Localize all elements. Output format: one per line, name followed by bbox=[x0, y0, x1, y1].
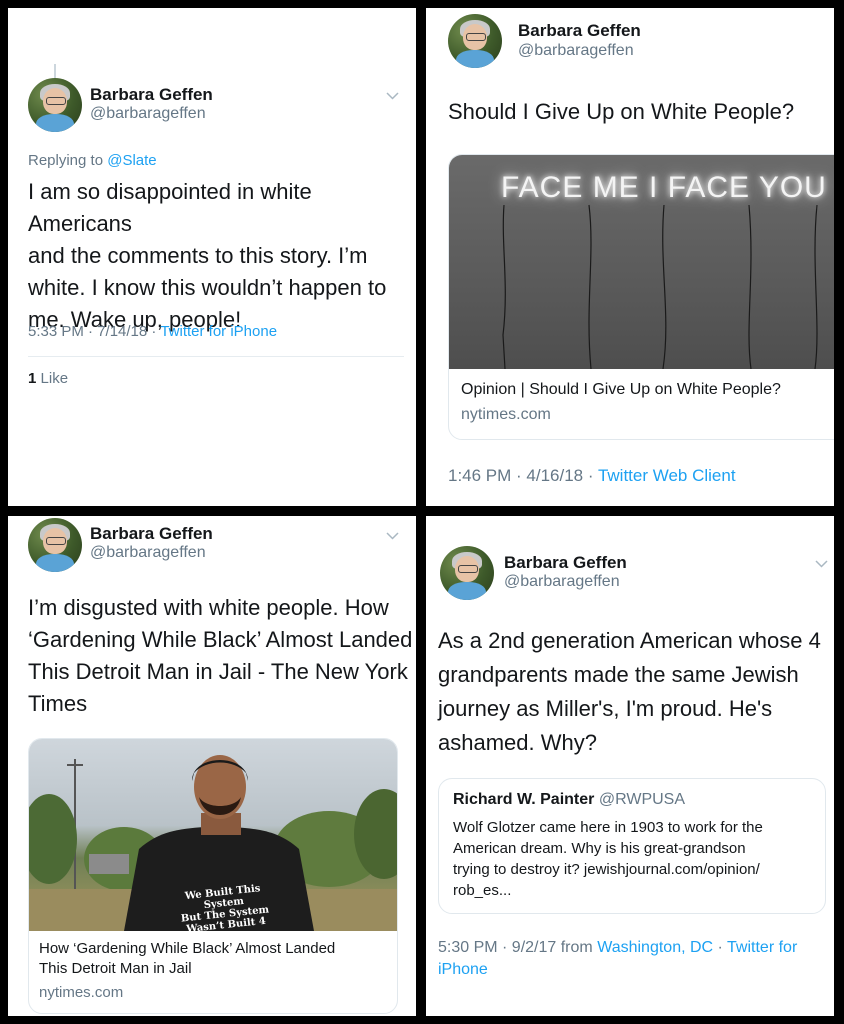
display-name[interactable]: Barbara Geffen bbox=[90, 85, 213, 105]
tweet-text-line: ‘Gardening While Black’ Almost Landed bbox=[28, 627, 413, 652]
quoted-text: Wolf Glotzer came here in 1903 to work f… bbox=[453, 817, 763, 901]
quoted-display-name[interactable]: Richard W. Painter bbox=[453, 791, 594, 808]
tweet-timestamp: 1:46 PM · 4/16/18 · Twitter Web Client bbox=[448, 466, 736, 486]
card-title-line: How ‘Gardening While Black’ Almost Lande… bbox=[39, 940, 336, 957]
tweet-location[interactable]: Washington, DC bbox=[597, 939, 713, 956]
tweet-panel-3: Barbara Geffen @barbarageffen I’m disgus… bbox=[8, 516, 416, 1016]
quoted-text-line: rob_es... bbox=[453, 882, 512, 899]
timestamp[interactable]: 1:46 PM · 4/16/18 · bbox=[448, 466, 598, 485]
chevron-down-icon[interactable] bbox=[386, 88, 399, 103]
link-card[interactable]: FACE ME I FACE YOU Opinion | Should I Gi… bbox=[448, 154, 834, 440]
tweet-text: Should I Give Up on White People? bbox=[448, 99, 795, 124]
quoted-text-line: trying to destroy it? jewishjournal.com/… bbox=[453, 861, 760, 878]
user-handle[interactable]: @barbarageffen bbox=[90, 544, 206, 562]
tweet-timestamp: 5:33 PM · 7/14/18 · Twitter for iPhone bbox=[28, 323, 277, 340]
tweet-source-continued[interactable]: iPhone bbox=[438, 961, 488, 978]
likes-label: Like bbox=[40, 370, 69, 387]
card-domain: nytimes.com bbox=[39, 984, 124, 1001]
avatar[interactable] bbox=[28, 78, 82, 132]
display-name[interactable]: Barbara Geffen bbox=[518, 21, 641, 41]
likes-count[interactable]: 1 Like bbox=[28, 370, 68, 387]
replying-to: Replying to @Slate bbox=[28, 152, 157, 169]
quoted-text-line: American dream. Why is his great-grandso… bbox=[453, 840, 746, 857]
tweet-panel-4: Barbara Geffen @barbarageffen As a 2nd g… bbox=[426, 516, 834, 1016]
quoted-text-line: Wolf Glotzer came here in 1903 to work f… bbox=[453, 819, 763, 836]
quoted-handle[interactable]: @RWPUSA bbox=[599, 791, 685, 808]
tweet-text-line: Times bbox=[28, 691, 88, 716]
timestamp[interactable]: 5:33 PM · 7/14/18 · bbox=[28, 323, 160, 340]
card-title-line: This Detroit Man in Jail bbox=[39, 960, 192, 977]
tweet-text-line: journey as Miller's, I'm proud. He's bbox=[438, 696, 773, 721]
display-name[interactable]: Barbara Geffen bbox=[90, 524, 213, 544]
card-domain: nytimes.com bbox=[461, 406, 551, 423]
card-title: How ‘Gardening While Black’ Almost Lande… bbox=[39, 939, 335, 979]
replying-to-link[interactable]: @Slate bbox=[107, 152, 156, 169]
tweet-text-line: I am so disappointed in white Americans bbox=[28, 179, 312, 236]
user-handle[interactable]: @barbarageffen bbox=[504, 573, 620, 591]
tweet-source[interactable]: Twitter for bbox=[727, 939, 797, 956]
card-title: Opinion | Should I Give Up on White Peop… bbox=[461, 381, 781, 398]
tweet-text-line: and the comments to this story. I’m bbox=[28, 243, 368, 268]
avatar[interactable] bbox=[448, 14, 502, 68]
tweet-text: As a 2nd generation American whose 4 gra… bbox=[438, 624, 821, 760]
tweet-text: I am so disappointed in white Americans … bbox=[28, 176, 416, 336]
card-image: We Built This System But The System Wasn… bbox=[29, 739, 397, 931]
neon-sign-text: FACE ME I FACE YOU bbox=[501, 171, 827, 204]
avatar[interactable] bbox=[28, 518, 82, 572]
tweet-text-line: I’m disgusted with white people. How bbox=[28, 595, 389, 620]
chevron-down-icon[interactable] bbox=[386, 528, 399, 543]
tweet-text-line: grandparents made the same Jewish bbox=[438, 662, 799, 687]
likes-number: 1 bbox=[28, 370, 37, 387]
timestamp[interactable]: 5:30 PM · 9/2/17 from bbox=[438, 939, 597, 956]
quoted-tweet[interactable]: Richard W. Painter @RWPUSA Wolf Glotzer … bbox=[438, 778, 826, 914]
tweet-text: I’m disgusted with white people. How ‘Ga… bbox=[28, 592, 412, 720]
quoted-author: Richard W. Painter @RWPUSA bbox=[453, 791, 685, 809]
link-card[interactable]: We Built This System But The System Wasn… bbox=[28, 738, 398, 1014]
tweet-text-line: ashamed. Why? bbox=[438, 730, 597, 755]
user-handle[interactable]: @barbarageffen bbox=[90, 105, 206, 123]
display-name[interactable]: Barbara Geffen bbox=[504, 553, 627, 573]
tweet-text-line: This Detroit Man in Jail - The New York bbox=[28, 659, 408, 684]
tweet-source[interactable]: Twitter for iPhone bbox=[160, 323, 277, 340]
tweet-source[interactable]: Twitter Web Client bbox=[598, 466, 736, 485]
user-handle[interactable]: @barbarageffen bbox=[518, 42, 634, 60]
replying-to-label: Replying to bbox=[28, 152, 104, 169]
tweet-text-line: white. I know this wouldn’t happen to bbox=[28, 275, 387, 300]
tweet-timestamp: 5:30 PM · 9/2/17 from Washington, DC · T… bbox=[438, 937, 828, 981]
card-image: FACE ME I FACE YOU bbox=[449, 155, 834, 369]
avatar[interactable] bbox=[440, 546, 494, 600]
tweet-text-line: As a 2nd generation American whose 4 bbox=[438, 628, 821, 653]
divider bbox=[28, 356, 404, 357]
separator: · bbox=[713, 939, 728, 956]
chevron-down-icon[interactable] bbox=[815, 556, 828, 571]
tweet-panel-2: Barbara Geffen @barbarageffen Should I G… bbox=[426, 8, 834, 506]
tweet-panel-1: Barbara Geffen @barbarageffen Replying t… bbox=[8, 8, 416, 506]
